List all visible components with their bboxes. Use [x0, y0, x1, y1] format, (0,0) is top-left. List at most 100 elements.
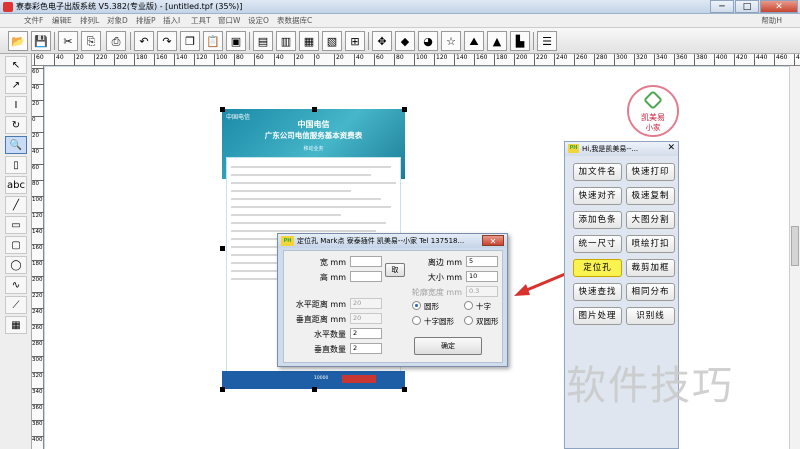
shape-double-circle-radio[interactable]: [464, 316, 473, 325]
page-layout-icon[interactable]: ▤: [253, 31, 273, 51]
grid-icon[interactable]: ⊞: [345, 31, 365, 51]
selection-handle[interactable]: [220, 107, 225, 112]
minimize-button[interactable]: ─: [710, 0, 734, 13]
panel-close-icon[interactable]: ✕: [667, 143, 675, 153]
dialog-title-bar[interactable]: PH 定位孔 Mark点 寮泰插件 凯美易--小家 Tel 137518... …: [278, 234, 507, 248]
selection-handle[interactable]: [220, 246, 225, 251]
text-tool-icon[interactable]: abc: [5, 176, 27, 194]
fast-copy-button[interactable]: 极速复制: [626, 187, 675, 205]
move-icon[interactable]: ✥: [372, 31, 392, 51]
undo-icon[interactable]: ↶: [134, 31, 154, 51]
uniform-size-button[interactable]: 统一尺寸: [573, 235, 622, 253]
paste-icon[interactable]: 📋: [203, 31, 223, 51]
horizontal-count-input[interactable]: 2: [350, 328, 382, 339]
star-icon[interactable]: ☆: [441, 31, 461, 51]
ok-button[interactable]: 确定: [414, 337, 482, 355]
inkjet-buckle-button[interactable]: 喷绘打扣: [626, 235, 675, 253]
table-icon[interactable]: ☰: [537, 31, 557, 51]
menu-typeset[interactable]: 排版P: [136, 15, 156, 26]
zoom-icon[interactable]: 🔍: [5, 136, 27, 154]
vertical-count-input[interactable]: 2: [350, 343, 382, 354]
menu-arrange[interactable]: 排列L: [80, 15, 99, 26]
select-arrow-icon[interactable]: ↖: [5, 56, 27, 74]
shapes-icon[interactable]: ◆: [395, 31, 415, 51]
vertical-scrollbar[interactable]: [789, 66, 800, 449]
horizontal-spacing-input[interactable]: 20: [350, 298, 382, 309]
shape-cross-radio[interactable]: [464, 301, 473, 310]
detect-line-button[interactable]: 识别线: [626, 307, 675, 325]
table-tool-icon[interactable]: ▦: [5, 316, 27, 334]
margin-input[interactable]: 5: [466, 256, 498, 267]
line-icon[interactable]: ╱: [5, 196, 27, 214]
node-select-icon[interactable]: ↗: [5, 76, 27, 94]
add-filename-button[interactable]: 加文件名: [573, 163, 622, 181]
selection-handle[interactable]: [312, 387, 317, 392]
frame-icon[interactable]: ▦: [299, 31, 319, 51]
save-icon[interactable]: 💾: [31, 31, 51, 51]
selection-handle[interactable]: [402, 107, 407, 112]
copy-object-icon[interactable]: ❐: [180, 31, 200, 51]
rounded-rect-icon[interactable]: ▢: [5, 236, 27, 254]
image-processing-button[interactable]: 图片处理: [573, 307, 622, 325]
open-icon[interactable]: 📂: [8, 31, 28, 51]
curve-icon[interactable]: ∿: [5, 276, 27, 294]
table-line: [231, 182, 396, 184]
rectangle-icon[interactable]: ▭: [5, 216, 27, 234]
width-input[interactable]: [350, 256, 382, 267]
paste-special-icon[interactable]: ▣: [226, 31, 246, 51]
rotate-icon[interactable]: ↻: [5, 116, 27, 134]
size-input[interactable]: 10: [466, 271, 498, 282]
print-icon[interactable]: ⎙: [106, 31, 126, 51]
landscape-icon[interactable]: ▲: [487, 31, 507, 51]
menu-file[interactable]: 文件F: [24, 15, 43, 26]
outline-width-input[interactable]: 0.3: [466, 286, 498, 297]
split-image-button[interactable]: 大图分割: [626, 211, 675, 229]
menu-edit[interactable]: 编辑E: [52, 15, 72, 26]
image-icon[interactable]: ⛰: [464, 31, 484, 51]
arrange-icon[interactable]: ▧: [322, 31, 342, 51]
color-icon[interactable]: ◕: [418, 31, 438, 51]
selection-handle[interactable]: [312, 107, 317, 112]
take-button[interactable]: 取: [385, 263, 405, 277]
menu-insert[interactable]: 插入I: [163, 15, 180, 26]
chart-icon[interactable]: ▙: [510, 31, 530, 51]
cut-icon[interactable]: ✂: [58, 31, 78, 51]
height-input[interactable]: [350, 271, 382, 282]
quick-find-button[interactable]: 快速查找: [573, 283, 622, 301]
menu-help[interactable]: 帮助H: [761, 15, 782, 26]
selection-handle[interactable]: [220, 387, 225, 392]
ellipse-icon[interactable]: ◯: [5, 256, 27, 274]
dialog-title: 定位孔 Mark点 寮泰插件 凯美易--小家 Tel 137518...: [297, 237, 465, 245]
page-icon[interactable]: ▯: [5, 156, 27, 174]
quick-align-button[interactable]: 快速对齐: [573, 187, 622, 205]
text-cursor-icon[interactable]: I: [5, 96, 27, 114]
polyline-icon[interactable]: ⟋: [5, 296, 27, 314]
maximize-button[interactable]: □: [735, 0, 759, 13]
panel-title-bar[interactable]: PH Hi,我是凯美易--... ✕: [565, 142, 678, 156]
menu-settings[interactable]: 设定O: [248, 15, 269, 26]
positioning-hole-button[interactable]: 定位孔: [573, 259, 622, 277]
vertical-spacing-input[interactable]: 20: [350, 313, 382, 324]
add-color-bar-button[interactable]: 添加色条: [573, 211, 622, 229]
shape-cross-circle-radio[interactable]: [412, 316, 421, 325]
selection-handle[interactable]: [402, 387, 407, 392]
ruler-tick-label: 300: [614, 54, 627, 66]
close-button[interactable]: ✕: [760, 0, 798, 13]
same-distribution-button[interactable]: 相同分布: [626, 283, 675, 301]
menu-database[interactable]: 表数据库C: [277, 15, 312, 26]
redo-icon[interactable]: ↷: [157, 31, 177, 51]
horizontal-count-label: 水平数量: [314, 330, 346, 339]
ruler-tick-label: 20: [334, 54, 344, 66]
scrollbar-thumb[interactable]: [791, 226, 799, 266]
menu-object[interactable]: 对象D: [107, 15, 128, 26]
dialog-close-button[interactable]: ✕: [482, 235, 504, 246]
crop-frame-button[interactable]: 裁剪加框: [626, 259, 675, 277]
app-icon: [3, 2, 13, 12]
shape-circle-radio[interactable]: [412, 301, 421, 310]
quick-print-button[interactable]: 快速打印: [626, 163, 675, 181]
menu-tools[interactable]: 工具T: [191, 15, 211, 26]
copy-icon[interactable]: ⎘: [81, 31, 101, 51]
menu-window[interactable]: 窗口W: [218, 15, 240, 26]
columns-icon[interactable]: ▥: [276, 31, 296, 51]
ruler-tick-label: 120: [434, 54, 447, 66]
